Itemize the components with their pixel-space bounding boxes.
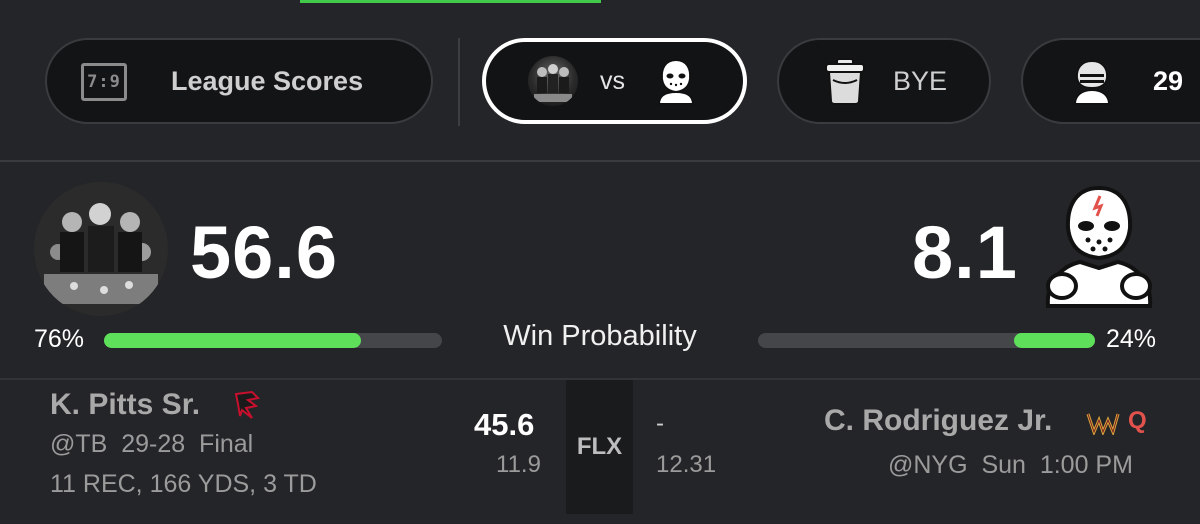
right-player-game: @NYG Sun 1:00 PM [888, 451, 1133, 479]
slot-label: FLX [566, 380, 633, 514]
hockey-mask-icon [651, 56, 701, 106]
vs-label: vs [600, 66, 625, 95]
calendar-icon: 7:9 [81, 59, 131, 103]
partial-score: 29 [1153, 65, 1184, 96]
bye-label: BYE [893, 65, 948, 96]
league-scores-button[interactable]: 7:9 League Scores [45, 38, 433, 124]
left-player-game: @TB 29-28 Final [50, 430, 254, 458]
bye-matchup-button[interactable]: BYE [777, 38, 991, 124]
nav-divider [458, 38, 460, 126]
section-divider [0, 160, 1200, 162]
home-score: 56.6 [190, 211, 339, 294]
left-player-stats: 11 REC, 166 YDS, 3 TD [50, 470, 317, 498]
right-player-name[interactable]: C. Rodriguez Jr. [824, 404, 1052, 438]
away-win-bar-fill [1014, 333, 1095, 348]
current-matchup-button[interactable]: vs [482, 38, 747, 124]
left-player-projection: 11.9 [496, 451, 541, 478]
commanders-logo-icon [1086, 411, 1120, 437]
league-scores-label: League Scores [171, 65, 364, 96]
team-godfather-avatar [528, 56, 578, 106]
injury-status-badge: Q [1128, 407, 1147, 434]
right-player-points: - [656, 410, 664, 437]
right-player-projection: 12.31 [656, 451, 717, 478]
matchup-button-partial[interactable]: 29 [1021, 38, 1200, 124]
away-score: 8.1 [912, 211, 1018, 294]
left-player-points: 45.6 [474, 407, 535, 442]
away-win-pct: 24% [1106, 325, 1157, 353]
active-tab-indicator [300, 0, 601, 3]
trash-can-icon [821, 56, 869, 106]
football-helmet-icon [1067, 56, 1117, 106]
away-team-avatar[interactable] [1040, 182, 1158, 312]
away-win-bar [758, 333, 1095, 348]
left-player-name[interactable]: K. Pitts Sr. [50, 388, 200, 422]
home-team-avatar[interactable] [34, 182, 168, 316]
falcons-logo-icon [232, 390, 262, 420]
